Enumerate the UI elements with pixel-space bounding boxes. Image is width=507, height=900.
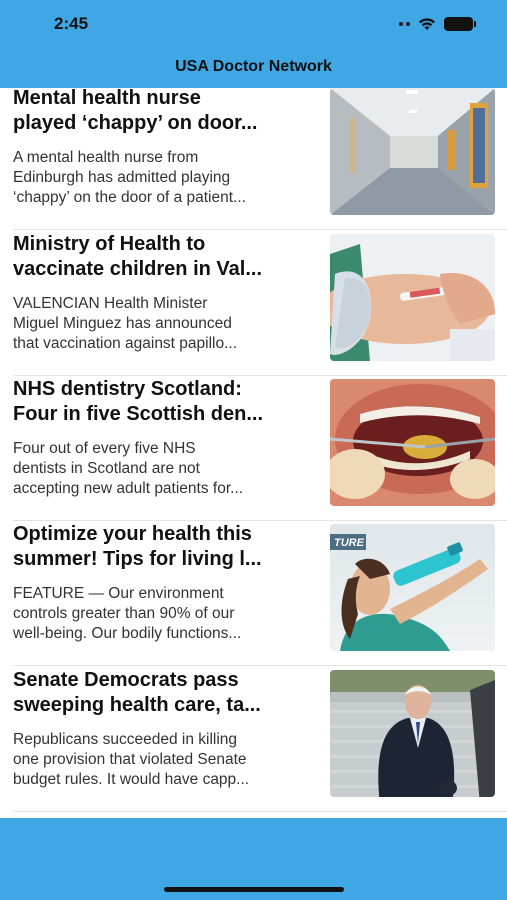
man-in-suit-image [330,670,495,797]
dental-exam-image [330,379,495,506]
vaccination-arm-image [330,234,495,361]
article-summary: Four out of every five NHS dentists in S… [13,440,244,497]
article-thumbnail[interactable] [330,88,495,215]
wifi-icon [418,17,436,31]
article-thumbnail[interactable]: TURE [330,524,495,651]
row-divider [13,665,507,666]
article-summary: A mental health nurse from Edinburgh has… [13,149,246,206]
woman-drinking-water-image: TURE [330,524,495,651]
article-item[interactable]: NHS dentistry Scotland: Four in five Sco… [0,377,507,522]
article-item[interactable]: Senate Democrats pass sweeping health ca… [0,668,507,813]
article-item[interactable]: Ministry of Health to vaccinate children… [0,232,507,377]
article-thumbnail[interactable] [330,379,495,506]
article-item[interactable]: Optimize your health this summer! Tips f… [0,522,507,667]
row-divider [13,229,507,230]
row-divider [13,520,507,521]
article-thumbnail[interactable] [330,234,495,361]
article-title[interactable]: Optimize your health this summer! Tips f… [13,522,321,572]
article-title[interactable]: Mental health nurse played ‘chappy’ on d… [13,88,321,136]
article-item[interactable]: Mental health nurse played ‘chappy’ on d… [0,88,507,231]
article-summary: Republicans succeeded in killing one pro… [13,731,250,788]
article-title[interactable]: NHS dentistry Scotland: Four in five Sco… [13,377,321,427]
status-time: 2:45 [54,14,89,33]
article-summary: FEATURE — Our environment controls great… [13,585,242,642]
cellular-signal-icon [399,22,410,26]
article-summary: VALENCIAN Health Minister Miguel Minguez… [13,295,238,352]
home-indicator[interactable] [164,887,344,892]
hospital-corridor-image [330,88,495,215]
app-header: 2:45 USA Doctor Network [0,0,507,88]
row-divider [13,811,507,812]
news-feed[interactable]: Mental health nurse played ‘chappy’ on d… [0,88,507,818]
article-thumbnail[interactable] [330,670,495,797]
image-tag: TURE [334,537,365,549]
article-title[interactable]: Ministry of Health to vaccinate children… [13,232,321,282]
battery-icon [444,17,476,31]
nav-title: USA Doctor Network [175,58,332,75]
row-divider [13,375,507,376]
article-title[interactable]: Senate Democrats pass sweeping health ca… [13,668,321,718]
status-icons [399,14,476,34]
